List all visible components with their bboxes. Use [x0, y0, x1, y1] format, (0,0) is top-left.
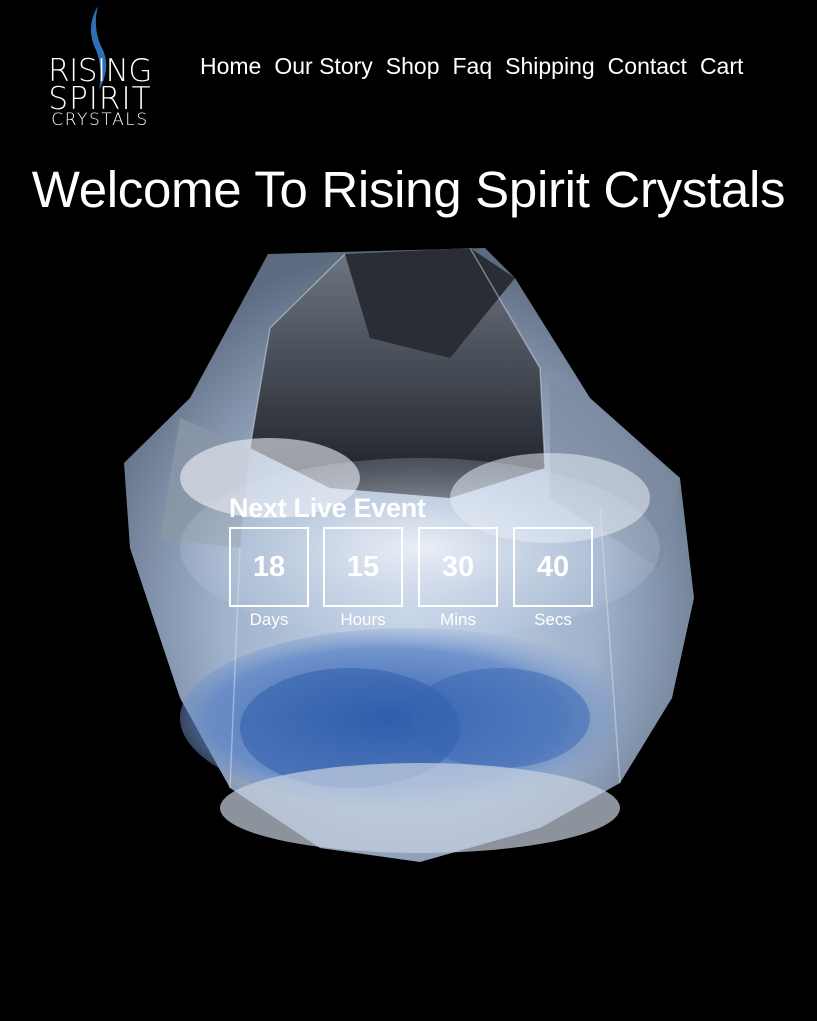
- nav-home[interactable]: Home: [200, 53, 261, 80]
- nav-our-story[interactable]: Our Story: [274, 53, 372, 80]
- countdown-days-value: 18: [229, 527, 309, 607]
- logo-word-crystals: CRYSTALS: [51, 110, 149, 130]
- crystal-hero-image: [124, 248, 694, 862]
- nav-shop[interactable]: Shop: [386, 53, 440, 80]
- nav-cart[interactable]: Cart: [700, 53, 743, 80]
- countdown-hours: 15 Hours: [323, 527, 403, 630]
- countdown-days-label: Days: [249, 610, 289, 629]
- countdown-hours-label: Hours: [340, 610, 386, 629]
- countdown-secs-label: Secs: [534, 610, 572, 629]
- countdown-mins-value: 30: [418, 527, 498, 607]
- countdown-mins-label: Mins: [440, 610, 476, 629]
- countdown-hours-value: 15: [323, 527, 403, 607]
- nav-contact[interactable]: Contact: [608, 53, 687, 80]
- hero-title: Welcome To Rising Spirit Crystals: [31, 161, 786, 218]
- nav-shipping[interactable]: Shipping: [505, 53, 595, 80]
- next-live-event-heading: Next Live Event: [229, 493, 426, 523]
- nav-faq[interactable]: Faq: [453, 53, 493, 80]
- countdown-days: 18 Days: [229, 527, 309, 630]
- countdown-secs-value: 40: [513, 527, 593, 607]
- countdown-mins: 30 Mins: [418, 527, 498, 630]
- brand-logo[interactable]: RISING SPIRIT CRYSTALS: [44, 4, 159, 132]
- countdown-secs: 40 Secs: [513, 527, 593, 630]
- main-nav: Home Our Story Shop Faq Shipping Contact…: [200, 53, 743, 80]
